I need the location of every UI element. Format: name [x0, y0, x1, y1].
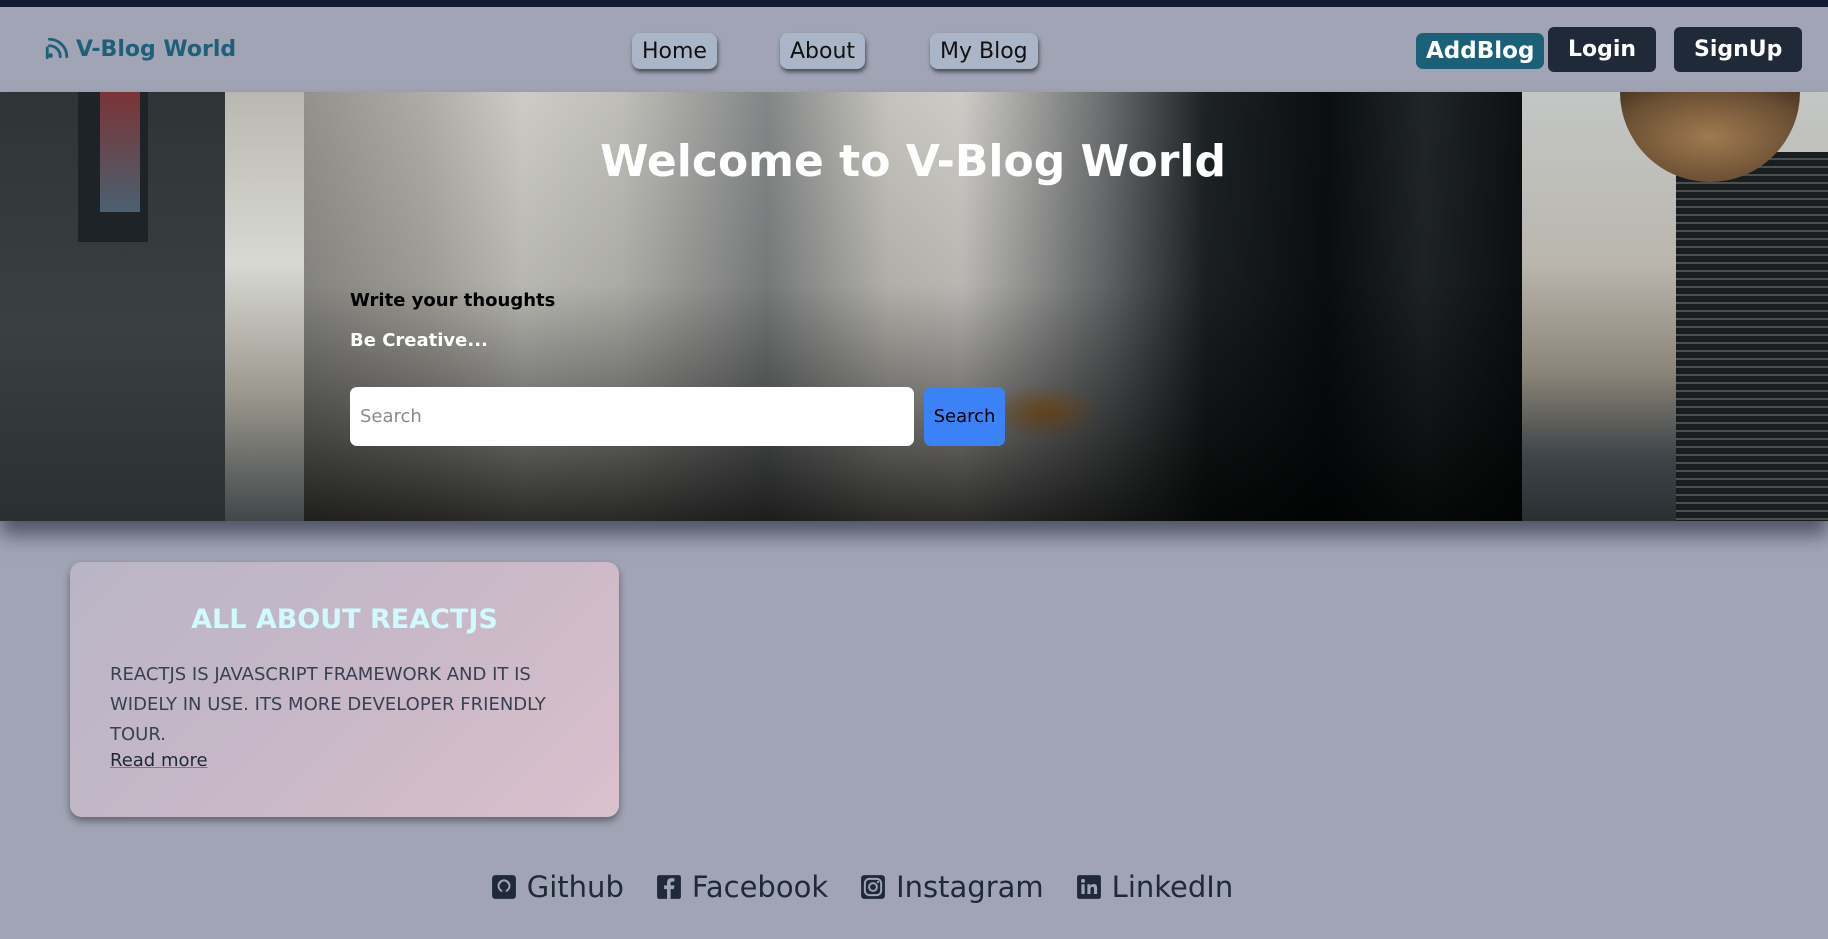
nav-my-blog-link[interactable]: My Blog	[930, 33, 1038, 69]
instagram-icon	[861, 875, 886, 899]
footer: Github Facebook Instagram LinkedIn	[0, 870, 1828, 904]
nav-about-link[interactable]: About	[780, 33, 866, 69]
blog-card-body: REACTJS IS JAVASCRIPT FRAMEWORK AND IT I…	[110, 664, 546, 745]
facebook-icon	[656, 875, 681, 899]
linkedin-icon	[1076, 875, 1101, 899]
hero-banner: Welcome to V-Blog World Write your thoug…	[0, 92, 1828, 521]
top-strip	[0, 0, 1828, 7]
blog-card-title: ALL ABOUT REACTJS	[191, 604, 498, 635]
search-input[interactable]	[350, 387, 914, 446]
hero-title: Welcome to V-Blog World	[599, 136, 1227, 187]
read-more-link[interactable]: Read more	[110, 750, 208, 771]
hero-background-painting	[100, 92, 140, 212]
blog-card: ALL ABOUT REACTJS REACTJS IS JAVASCRIPT …	[70, 562, 619, 817]
rss-icon	[45, 37, 69, 60]
footer-github-label: Github	[526, 870, 624, 904]
hero-subtitle-creative: Be Creative...	[350, 330, 488, 351]
footer-instagram-label: Instagram	[896, 870, 1044, 904]
login-button[interactable]: Login	[1548, 27, 1657, 72]
footer-facebook-link[interactable]: Facebook	[656, 870, 828, 904]
hero-background-blinds	[1676, 152, 1828, 521]
navbar: V-Blog World Home About My Blog AddBlog …	[0, 7, 1828, 92]
github-icon	[491, 875, 516, 899]
add-blog-button[interactable]: AddBlog	[1416, 33, 1545, 69]
footer-linkedin-link[interactable]: LinkedIn	[1076, 870, 1234, 904]
search-button[interactable]: Search	[924, 387, 1005, 446]
brand-logo[interactable]: V-Blog World	[44, 36, 236, 62]
hero-background-window	[225, 92, 305, 521]
footer-linkedin-label: LinkedIn	[1111, 870, 1234, 904]
hero-subtitle-thoughts: Write your thoughts	[350, 290, 556, 311]
signup-button[interactable]: SignUp	[1674, 27, 1803, 72]
brand-name: V-Blog World	[76, 36, 237, 62]
footer-instagram-link[interactable]: Instagram	[860, 870, 1044, 904]
footer-github-link[interactable]: Github	[491, 870, 624, 904]
nav-home-link[interactable]: Home	[632, 33, 717, 69]
footer-facebook-label: Facebook	[691, 870, 829, 904]
